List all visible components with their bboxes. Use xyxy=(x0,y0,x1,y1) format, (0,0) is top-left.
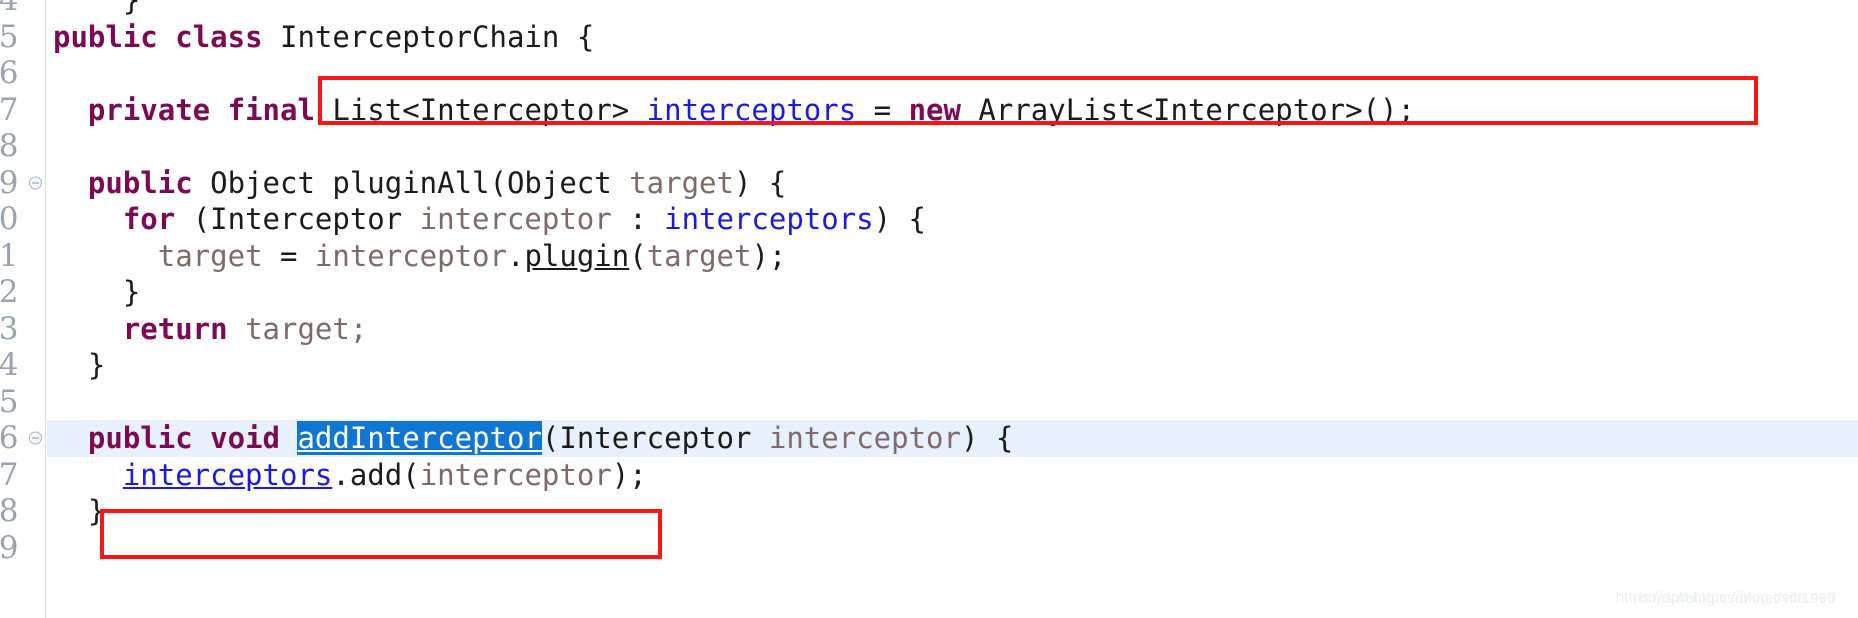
token-brace: } xyxy=(87,348,106,382)
code-fold-collapse-icon[interactable] xyxy=(29,431,42,445)
code-line[interactable]: target = interceptor.plugin(target); xyxy=(47,238,1858,275)
code-line[interactable]: for (Interceptor interceptor : intercept… xyxy=(47,201,1858,238)
token-signature-tail: ) { xyxy=(733,165,787,200)
code-line[interactable]: public class InterceptorChain { xyxy=(47,19,1858,56)
line-number[interactable]: 26 xyxy=(0,420,46,457)
code-line[interactable]: } xyxy=(47,493,1858,530)
token-keyword-for: for xyxy=(122,202,176,236)
token-arg-interceptor: interceptor xyxy=(419,457,612,492)
token-brace: } xyxy=(122,0,141,17)
token-arg-target: target xyxy=(646,238,752,273)
line-number[interactable]: 18 xyxy=(0,128,46,165)
code-line[interactable]: return target; xyxy=(47,311,1858,348)
line-number[interactable]: 15 xyxy=(0,19,46,56)
line-number-list: 14 15 16 17 18 19 20 21 22 23 24 25 26 2… xyxy=(0,0,46,566)
code-line[interactable]: } xyxy=(47,347,1858,384)
code-line-current[interactable]: public void addInterceptor(Interceptor i… xyxy=(47,420,1858,457)
token-paren-close: ); xyxy=(611,457,647,492)
token-keyword-class: class xyxy=(175,19,263,54)
code-fold-collapse-icon[interactable] xyxy=(29,176,42,190)
code-line[interactable]: private final List<Interceptor> intercep… xyxy=(47,92,1858,129)
token-paren-open: ( xyxy=(402,457,420,492)
code-line[interactable] xyxy=(47,128,1858,165)
token-dot: . xyxy=(506,238,525,273)
code-editor[interactable]: 14 15 16 17 18 19 20 21 22 23 24 25 26 2… xyxy=(0,0,1858,618)
watermark-text-front: https://blog.csdn.net/vid1995 xyxy=(1639,590,1836,607)
code-line[interactable]: public Object pluginAll(Object target) { xyxy=(47,165,1858,202)
token-keyword-final: final xyxy=(227,92,315,127)
line-number[interactable]: 19 xyxy=(0,165,46,202)
code-area[interactable]: } public class InterceptorChain { privat… xyxy=(47,0,1858,618)
token-method-signature: Object pluginAll(Object xyxy=(192,165,630,200)
code-line[interactable] xyxy=(47,55,1858,92)
line-number[interactable]: 28 xyxy=(0,493,46,530)
token-assign: = xyxy=(856,92,909,127)
token-for-tail: ) { xyxy=(873,202,927,236)
line-number[interactable]: 23 xyxy=(0,311,46,348)
code-line[interactable]: } xyxy=(47,0,1858,19)
token-local-target: target xyxy=(157,238,263,273)
token-local-target: target; xyxy=(227,311,368,346)
selected-method-name-addinterceptor[interactable]: addInterceptor xyxy=(297,421,542,455)
token-type-list: List<Interceptor> xyxy=(332,92,647,127)
token-signature: (Interceptor xyxy=(541,421,769,455)
token-signature-tail: ) { xyxy=(960,421,1014,455)
line-number[interactable]: 27 xyxy=(0,457,46,494)
line-number[interactable]: 16 xyxy=(0,55,46,92)
code-line[interactable] xyxy=(47,384,1858,421)
line-number[interactable]: 21 xyxy=(0,238,46,275)
token-dot: . xyxy=(332,457,350,492)
token-field-interceptors: interceptors xyxy=(646,92,857,127)
token-keyword-public: public xyxy=(53,19,158,54)
code-line[interactable]: } xyxy=(47,274,1858,311)
token-param-target: target xyxy=(629,165,734,200)
token-keyword-void: void xyxy=(210,421,280,455)
line-number[interactable]: 22 xyxy=(0,274,46,311)
line-number[interactable]: 25 xyxy=(0,384,46,421)
token-colon: : xyxy=(611,202,665,236)
token-for-type: (Interceptor xyxy=(175,202,420,236)
token-paren-open: ( xyxy=(629,238,647,273)
token-keyword-public: public xyxy=(87,165,193,200)
code-line[interactable] xyxy=(47,530,1858,567)
token-method-plugin: plugin xyxy=(524,238,630,273)
watermark: https://dpb-https://blog.csdn.net/ https… xyxy=(1616,589,1836,607)
code-line-list: } public class InterceptorChain { privat… xyxy=(47,0,1858,566)
token-brace: } xyxy=(122,275,141,309)
token-class-name: InterceptorChain { xyxy=(262,19,595,54)
token-keyword-return: return xyxy=(122,311,228,346)
token-assign: = xyxy=(262,238,315,273)
token-field-interceptors: interceptors xyxy=(664,202,874,236)
token-keyword-private: private xyxy=(87,92,211,127)
code-line[interactable]: interceptors.add(interceptor); xyxy=(47,457,1858,494)
token-method-add: add xyxy=(349,457,403,492)
token-arraylist-init: ArrayList<Interceptor>(); xyxy=(960,92,1415,127)
line-number[interactable]: 24 xyxy=(0,347,46,384)
line-number[interactable]: 29 xyxy=(0,530,46,567)
token-param-interceptor: interceptor xyxy=(768,421,961,455)
token-keyword-new: new xyxy=(908,92,961,127)
token-local-interceptor: interceptor xyxy=(314,238,507,273)
line-number[interactable]: 17 xyxy=(0,92,46,129)
line-number[interactable]: 14 xyxy=(0,0,46,19)
token-paren-close: ); xyxy=(751,238,787,273)
line-number-gutter[interactable]: 14 15 16 17 18 19 20 21 22 23 24 25 26 2… xyxy=(0,0,46,618)
token-field-interceptors: interceptors xyxy=(122,457,333,492)
token-keyword-public: public xyxy=(87,421,193,455)
token-local-interceptor: interceptor xyxy=(419,202,612,236)
line-number[interactable]: 20 xyxy=(0,201,46,238)
token-brace: } xyxy=(87,494,106,528)
